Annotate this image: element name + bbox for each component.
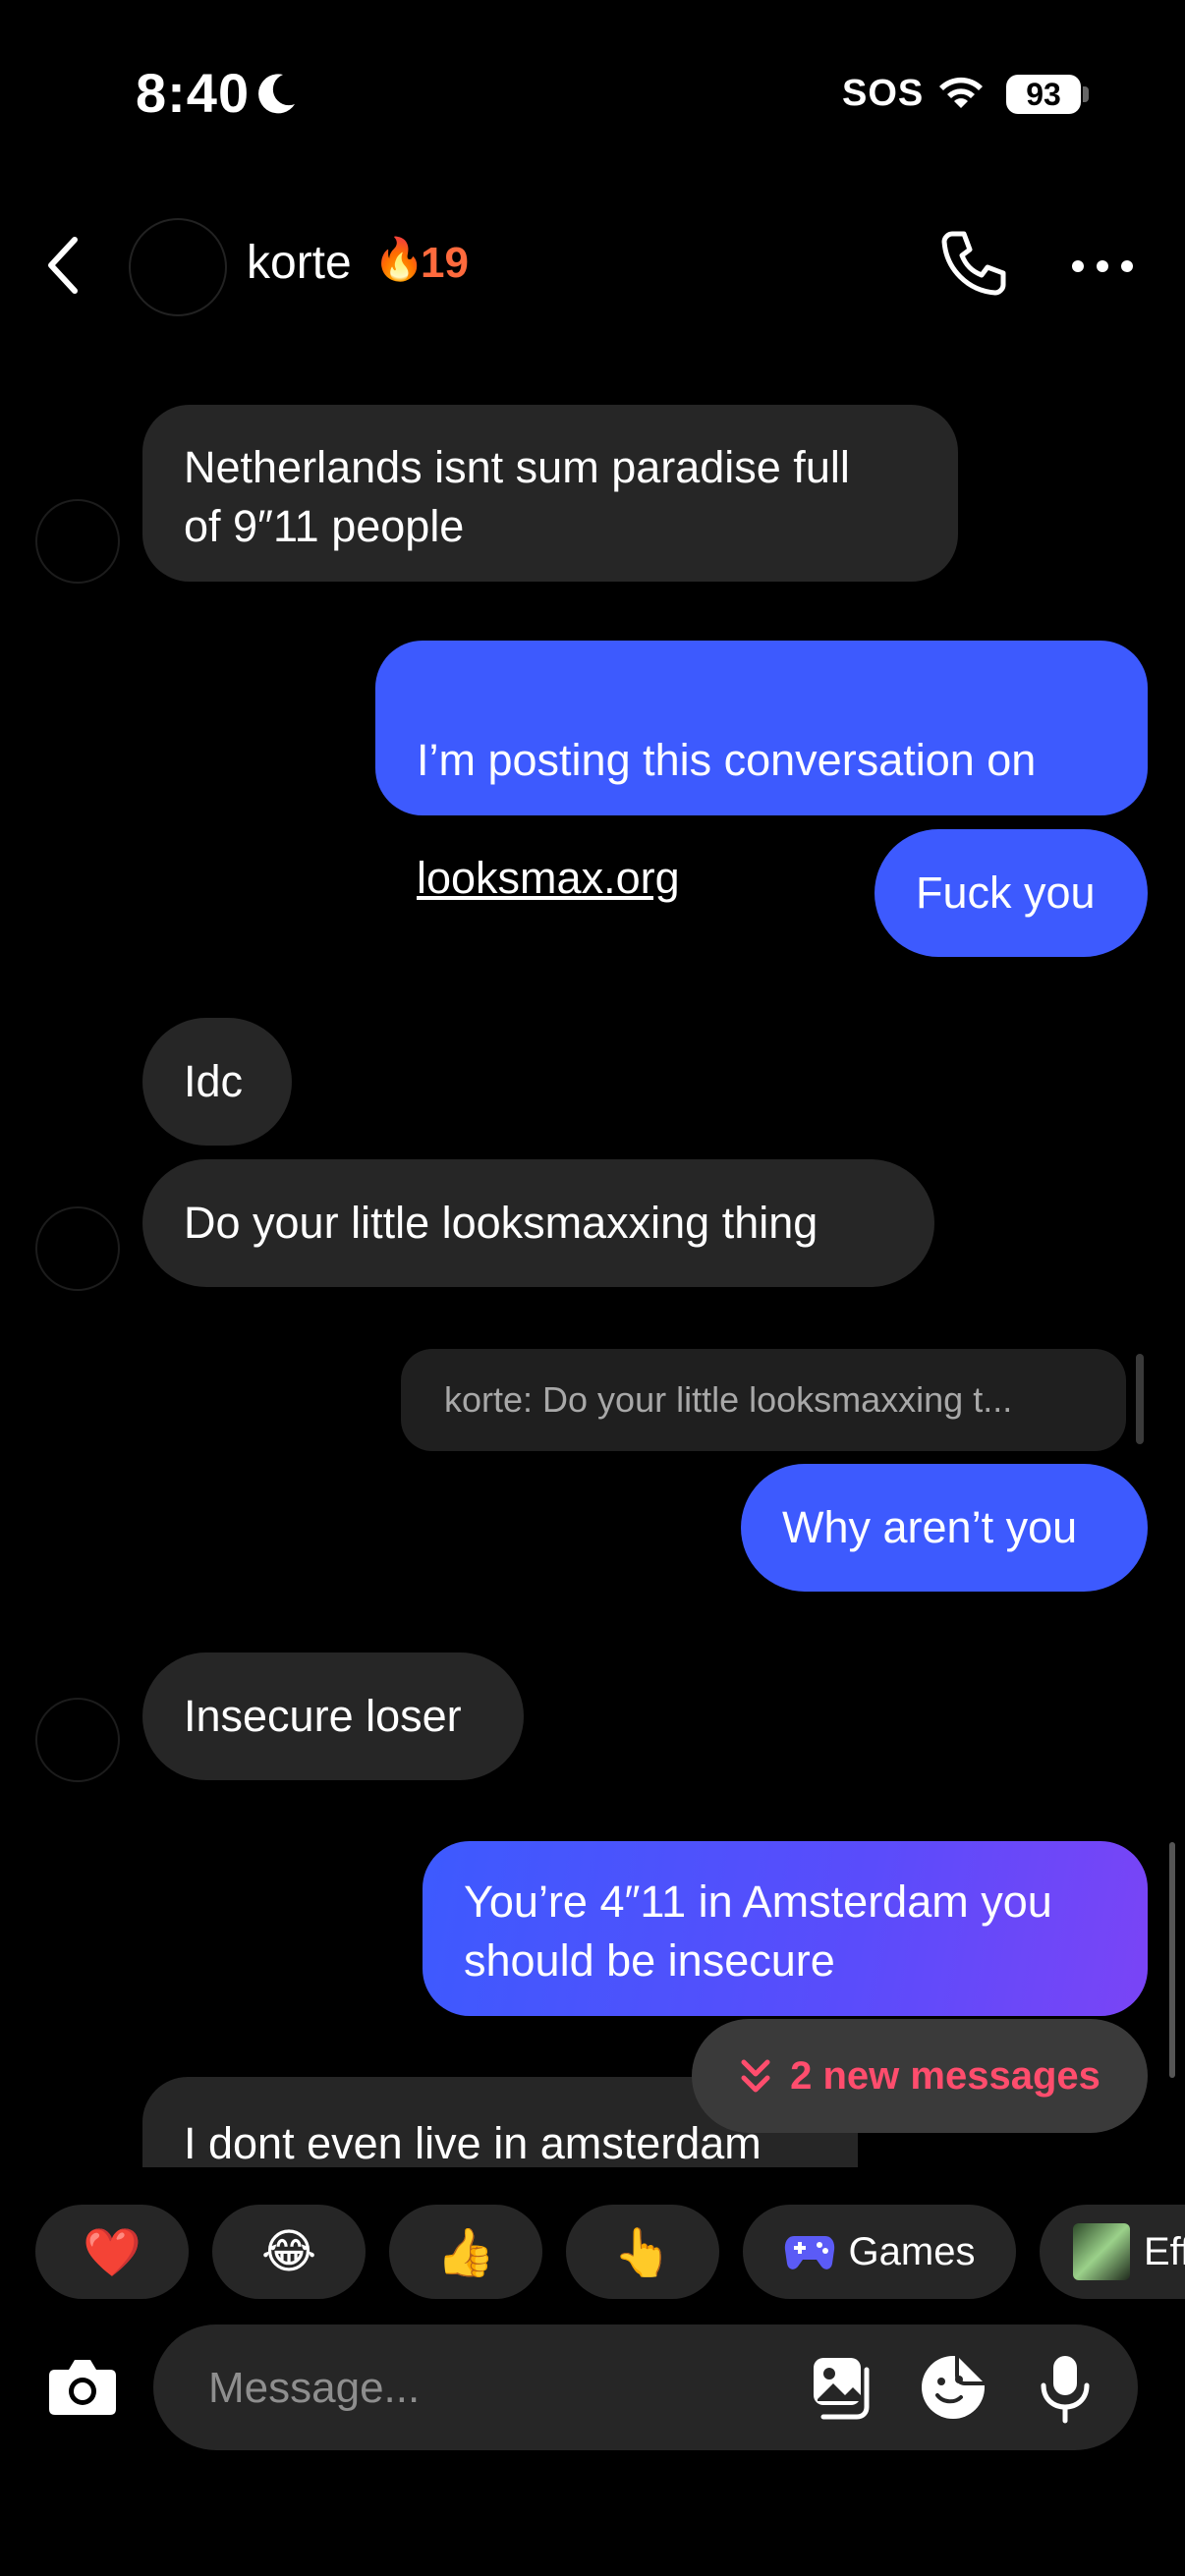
- scrollbar[interactable]: [1169, 1842, 1175, 2078]
- quick-reaction-laugh[interactable]: 😂: [212, 2205, 366, 2299]
- battery-nub: [1083, 86, 1089, 102]
- message-composer: [153, 2324, 1138, 2452]
- sender-avatar[interactable]: [35, 1206, 120, 1291]
- laughing-face-icon: 😂: [260, 2226, 317, 2278]
- streak-count: 19: [421, 239, 469, 287]
- wifi-icon: [939, 77, 983, 108]
- reply-indicator-bar: [1136, 1354, 1144, 1444]
- reply-preview[interactable]: korte: Do your little looksmaxxing t...: [401, 1349, 1126, 1451]
- thumbs-up-icon: 👍: [436, 2226, 495, 2279]
- gallery-icon[interactable]: [810, 2354, 876, 2421]
- games-button[interactable]: Games: [743, 2205, 1016, 2299]
- sender-avatar[interactable]: [35, 499, 120, 584]
- streak-fire-icon: 🔥: [373, 236, 425, 282]
- pointing-hand-icon: 👆: [613, 2226, 672, 2279]
- message-bubble-incoming[interactable]: Netherlands isnt sum paradise full of 9″…: [142, 405, 958, 582]
- effects-button[interactable]: Eff: [1040, 2205, 1185, 2299]
- effects-thumbnail: [1073, 2223, 1130, 2280]
- phone-icon[interactable]: [938, 228, 1009, 299]
- battery-indicator: 93: [1006, 75, 1081, 114]
- message-bubble-outgoing[interactable]: You’re 4″11 in Amsterdam you should be i…: [423, 1841, 1148, 2016]
- games-label: Games: [848, 2229, 976, 2273]
- heart-icon: ❤️: [83, 2226, 141, 2279]
- microphone-icon[interactable]: [1038, 2354, 1093, 2425]
- moon-icon: [258, 74, 295, 114]
- sender-avatar[interactable]: [35, 1698, 120, 1782]
- new-messages-button[interactable]: 2 new messages: [692, 2019, 1148, 2133]
- message-bubble-incoming[interactable]: Do your little looksmaxxing thing: [142, 1159, 934, 1287]
- double-chevron-down-icon: [741, 2059, 770, 2093]
- sticker-icon[interactable]: [920, 2354, 987, 2421]
- quick-reaction-heart[interactable]: ❤️: [35, 2205, 189, 2299]
- message-bubble-incoming[interactable]: Insecure loser: [142, 1652, 524, 1780]
- status-time: 8:40: [136, 62, 251, 124]
- camera-icon[interactable]: [47, 2354, 118, 2417]
- message-bubble-incoming[interactable]: Idc: [142, 1018, 292, 1146]
- contact-avatar[interactable]: [129, 218, 227, 316]
- sos-indicator: SOS: [842, 73, 925, 114]
- game-controller-icon: [784, 2236, 834, 2269]
- more-options-icon[interactable]: [1071, 259, 1134, 273]
- quick-reaction-pointing[interactable]: 👆: [566, 2205, 719, 2299]
- message-bubble-outgoing[interactable]: I’m posting this conversation on looksma…: [375, 641, 1148, 903]
- message-input[interactable]: [206, 2324, 761, 2452]
- message-bubble-outgoing[interactable]: Fuck you: [875, 829, 1148, 957]
- back-chevron-icon[interactable]: [43, 234, 83, 297]
- new-messages-label: 2 new messages: [790, 2053, 1100, 2098]
- contact-name[interactable]: korte: [247, 236, 352, 290]
- message-bubble-outgoing[interactable]: Why aren’t you: [741, 1464, 1148, 1592]
- effects-label: Eff: [1144, 2229, 1185, 2273]
- message-text: I’m posting this conversation on: [417, 735, 1037, 785]
- quick-reaction-thumbs-up[interactable]: 👍: [389, 2205, 542, 2299]
